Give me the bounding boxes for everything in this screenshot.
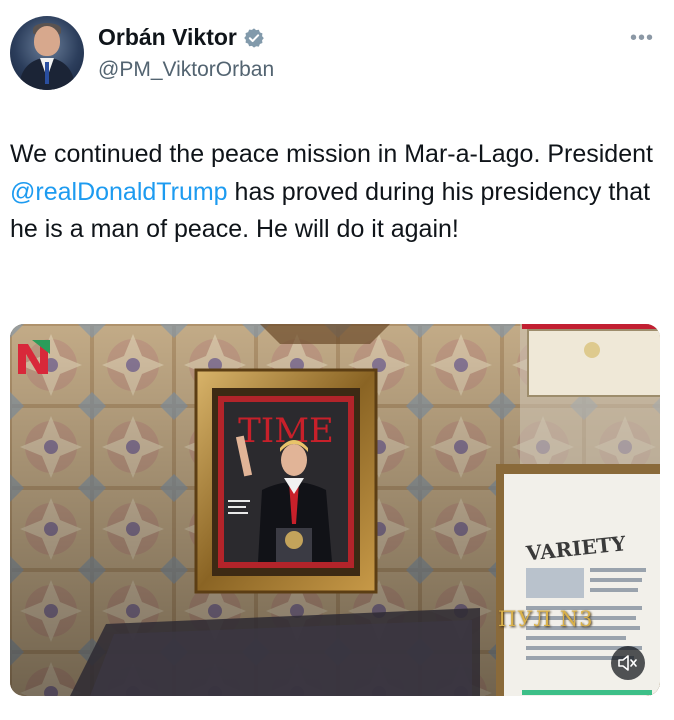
verified-badge-icon[interactable] [243,27,265,49]
tweet-text-part: We continued the peace mission in Mar-a-… [10,140,653,168]
video-watermark: ПУЛ N3 [498,607,594,631]
speaker-muted-icon [618,655,637,671]
author-display-name[interactable]: Orbán Viktor [98,24,237,51]
lamp-fixture [260,324,390,344]
right-wall: VARIETY [496,324,660,696]
video-top-bar [522,324,660,329]
framed-magazine: TIME [194,368,378,594]
tweet-card[interactable]: Orbán Viktor @PM_ViktorOrban ••• We cont… [0,0,674,720]
more-options-icon[interactable]: ••• [630,28,654,48]
author-name-row: Orbán Viktor [98,24,265,51]
avatar-face [34,26,60,56]
mute-button[interactable] [611,646,645,680]
video-frame: TIME VARIETY [10,324,660,696]
tweet-text: We continued the peace mission in Mar-a-… [10,136,670,249]
video-player[interactable]: TIME VARIETY [10,324,660,696]
author-handle[interactable]: @PM_ViktorOrban [98,58,274,82]
video-progress-bar[interactable] [522,690,652,695]
avatar-tie [45,62,49,84]
mention-link[interactable]: @realDonaldTrump [10,178,228,206]
avatar[interactable] [10,16,84,90]
